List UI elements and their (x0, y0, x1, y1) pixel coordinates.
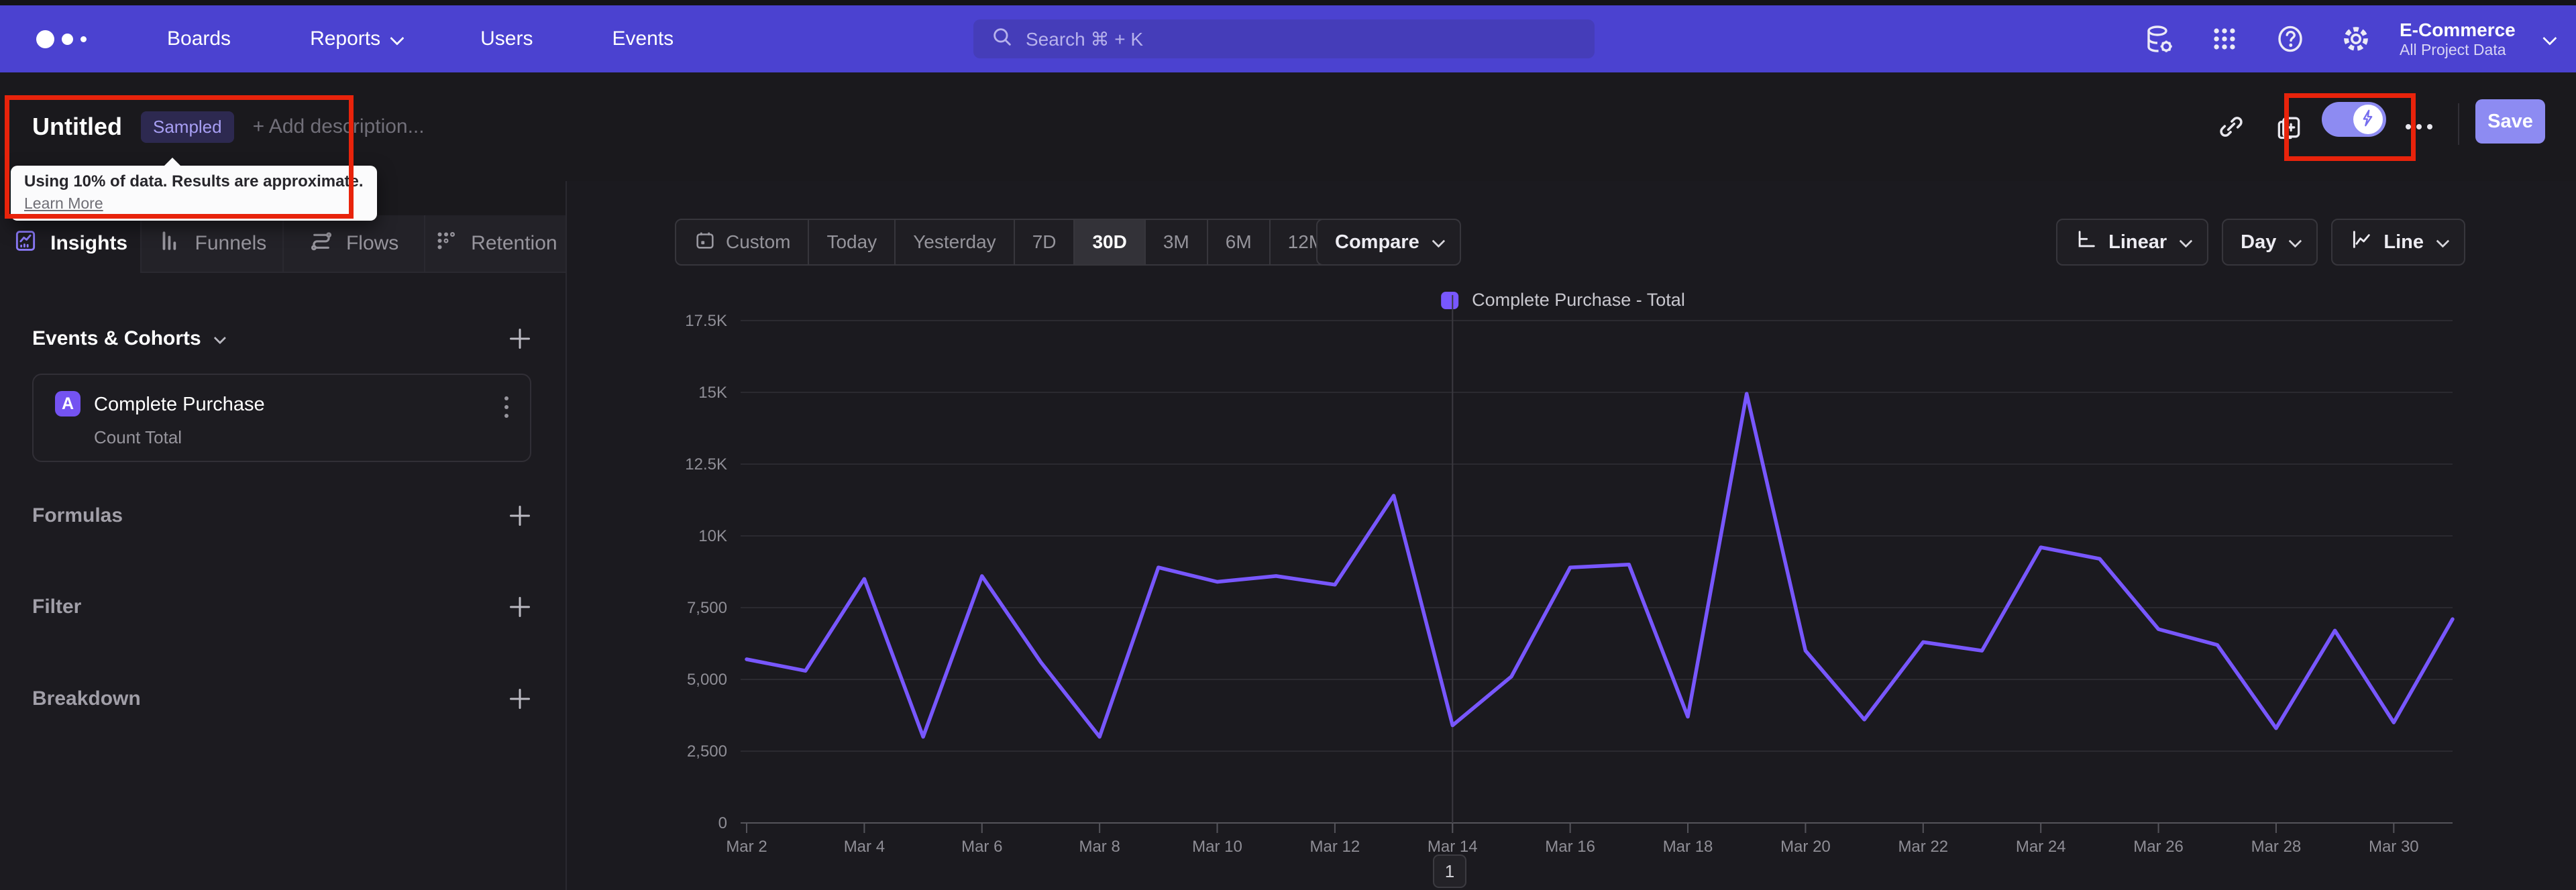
primary-nav: Boards Reports Users Events (167, 27, 674, 50)
x-axis-label: Mar 28 (2251, 838, 2302, 856)
x-axis-label: Mar 18 (1663, 838, 1713, 856)
x-axis-label: Mar 16 (1545, 838, 1595, 856)
chevron-down-icon (2542, 30, 2557, 46)
report-title[interactable]: Untitled (32, 113, 122, 141)
y-axis-label: 0 (718, 814, 727, 832)
add-breakdown-button[interactable] (508, 687, 532, 711)
apps-grid-icon[interactable] (2207, 21, 2242, 56)
x-axis-label: Mar 26 (2133, 838, 2184, 856)
nav-item-users[interactable]: Users (480, 27, 533, 50)
events-cohorts-header-row: Events & Cohorts (32, 319, 532, 359)
project-switcher[interactable]: E-Commerce All Project Data (2400, 5, 2557, 72)
add-filter-button[interactable] (508, 595, 532, 619)
x-axis-label: Mar 30 (2369, 838, 2419, 856)
help-icon[interactable] (2273, 21, 2308, 56)
data-series-line[interactable] (745, 392, 2455, 739)
titlebar-divider (2458, 103, 2459, 145)
lightning-bolt-icon (2358, 108, 2378, 131)
funnels-icon (158, 228, 183, 259)
search-icon (991, 25, 1014, 53)
chart-panel: Custom Today Yesterday 7D 30D 3M 6M 12M Compare… (567, 181, 2576, 890)
y-axis-label: 2,500 (687, 742, 727, 761)
add-event-button[interactable] (508, 327, 532, 351)
project-name: E-Commerce (2400, 19, 2516, 40)
chevron-down-icon (390, 30, 405, 46)
y-axis-label: 12.5K (685, 455, 727, 474)
event-card[interactable]: A Complete Purchase Count Total (32, 374, 531, 462)
settings-gear-icon[interactable] (2339, 21, 2373, 56)
y-axis-label: 7,500 (687, 599, 727, 617)
tooltip-learn-more-link[interactable]: Learn More (24, 194, 103, 213)
retention-icon (433, 228, 459, 259)
sampling-tooltip: Using 10% of data. Results are approxima… (11, 158, 377, 221)
nav-item-events[interactable]: Events (612, 27, 674, 50)
section-title: Breakdown (32, 687, 141, 710)
tab-insights[interactable]: Insights (0, 215, 141, 272)
chart-pagination-button[interactable]: 1 (1433, 854, 1466, 888)
chevron-down-icon[interactable] (213, 331, 226, 344)
top-navbar: Boards Reports Users Events Search ⌘ + K (0, 5, 2576, 72)
tab-flows[interactable]: Flows (282, 215, 424, 272)
search-placeholder: Search ⌘ + K (1026, 28, 1144, 50)
event-name[interactable]: Complete Purchase (94, 394, 265, 416)
x-axis-label: Mar 6 (961, 838, 1002, 856)
tooltip-message: Using 10% of data. Results are approxima… (24, 172, 364, 190)
x-axis-label: Mar 22 (1898, 838, 1948, 856)
navbar-icon-group (2141, 5, 2373, 72)
x-axis-label: Mar 4 (844, 838, 885, 856)
flows-icon (309, 228, 334, 259)
copy-link-icon[interactable] (2214, 109, 2249, 144)
x-axis-label: Mar 8 (1079, 838, 1120, 856)
section-title: Formulas (32, 504, 123, 526)
line-chart[interactable]: 0 2,500 5,000 7,500 10K 12.5K 15K 17.5K Mar 2 Mar… (567, 181, 2576, 890)
report-type-tabs: Insights Funnels Flows Retention (0, 215, 566, 273)
more-options-icon[interactable] (2406, 124, 2432, 129)
insights-icon (13, 228, 38, 259)
x-axis-label: Mar 24 (2016, 838, 2066, 856)
y-axis-label: 5,000 (687, 671, 727, 689)
event-aggregation[interactable]: Count Total (94, 427, 182, 448)
section-row-formulas: Formulas (32, 496, 532, 536)
data-management-icon[interactable] (2141, 21, 2176, 56)
query-builder-panel: Insights Funnels Flows Retention Events & C… (0, 181, 567, 890)
add-to-board-icon[interactable] (2271, 109, 2306, 144)
tooltip-caret (164, 158, 181, 166)
y-axis-label: 10K (698, 527, 727, 545)
x-axis-label: Mar 20 (1780, 838, 1831, 856)
tab-retention[interactable]: Retention (423, 215, 566, 272)
mixpanel-logo-icon[interactable] (36, 30, 87, 48)
event-options-icon[interactable] (504, 396, 508, 418)
save-button[interactable]: Save (2475, 99, 2545, 144)
sampled-badge[interactable]: Sampled (140, 111, 234, 143)
series-letter-badge: A (55, 391, 80, 416)
y-axis-label: 15K (698, 384, 727, 402)
section-row-filter: Filter (32, 587, 532, 627)
add-description-field[interactable]: + Add description... (253, 115, 425, 138)
section-title: Filter (32, 596, 82, 618)
events-cohorts-title: Events & Cohorts (32, 327, 201, 349)
x-axis-label: Mar 2 (726, 838, 767, 856)
x-axis-label: Mar 10 (1192, 838, 1242, 856)
global-search-input[interactable]: Search ⌘ + K (973, 19, 1595, 58)
nav-item-reports[interactable]: Reports (310, 27, 405, 50)
x-axis-label: Mar 14 (1428, 838, 1478, 856)
nav-item-boards[interactable]: Boards (167, 27, 231, 50)
x-axis-label: Mar 12 (1310, 838, 1360, 856)
report-title-bar: Untitled Sampled + Add description... Sa (0, 72, 2576, 182)
add-formulas-button[interactable] (508, 504, 532, 528)
project-scope: All Project Data (2400, 40, 2506, 58)
section-row-breakdown: Breakdown (32, 679, 532, 719)
window-top-strip (0, 0, 2576, 5)
y-axis-label: 17.5K (685, 312, 727, 330)
sampling-toggle[interactable] (2322, 102, 2386, 137)
tab-funnels[interactable]: Funnels (140, 215, 282, 272)
